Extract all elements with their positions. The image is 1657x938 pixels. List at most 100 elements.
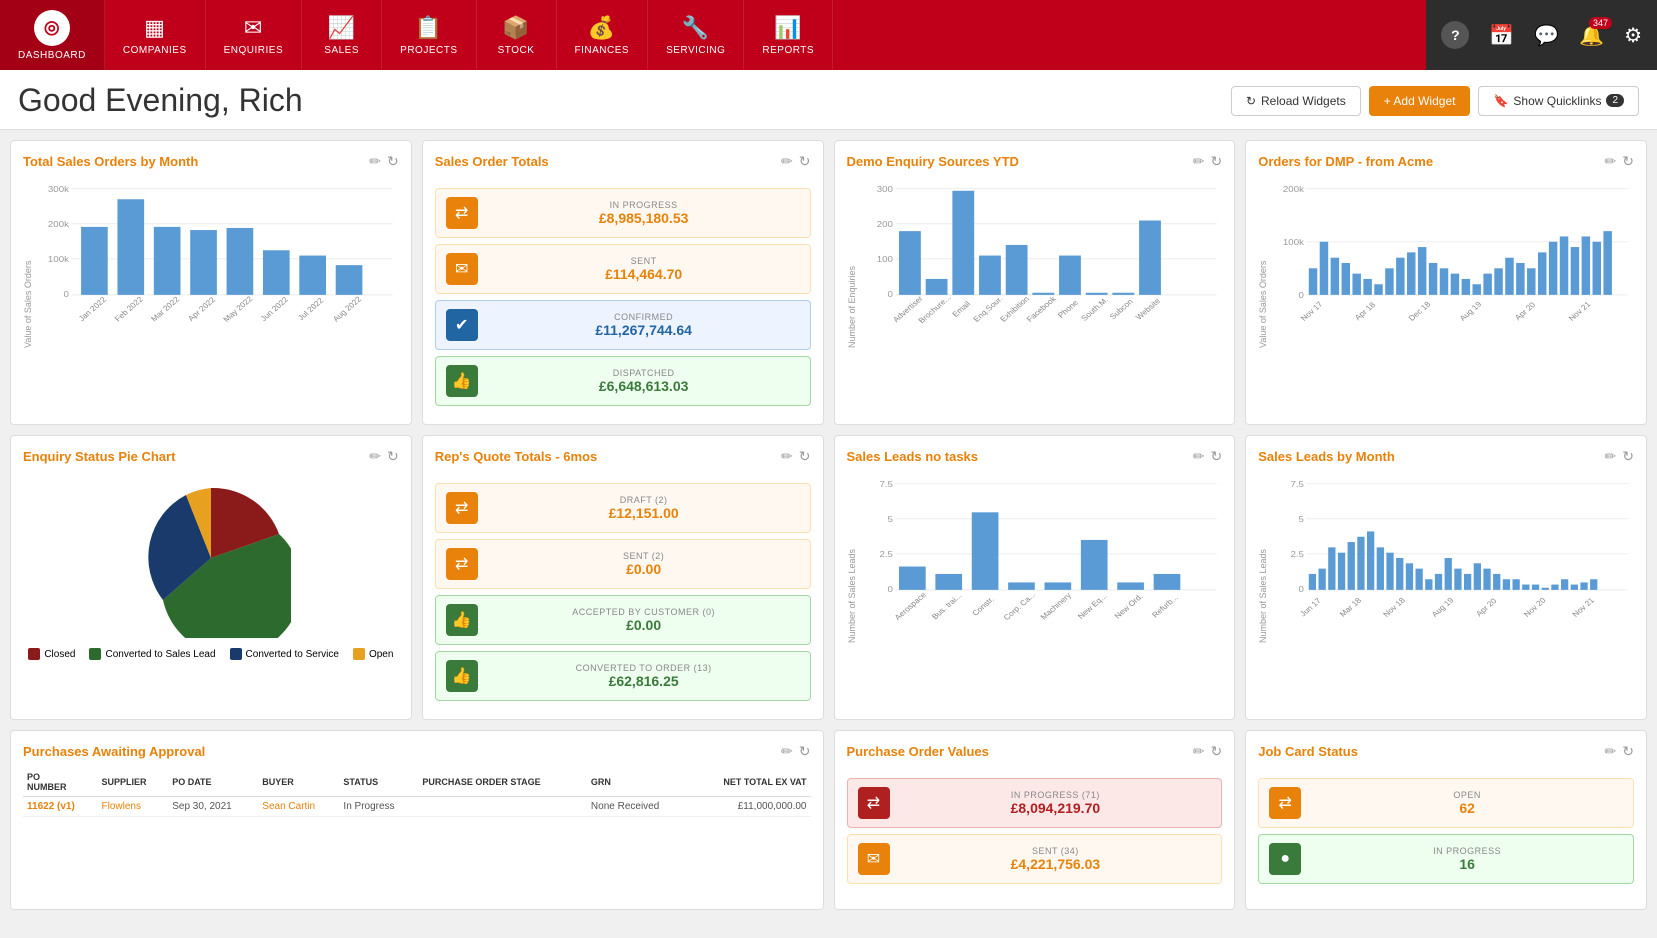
svg-text:Dec 18: Dec 18 [1407,300,1433,323]
companies-icon: ▦ [144,15,165,41]
col-stage: PURCHASE ORDER STAGE [418,768,587,797]
legend-converted-sales-label: Converted to Sales Lead [105,649,215,660]
show-quicklinks-button[interactable]: 🔖 Show Quicklinks 2 [1478,86,1639,116]
reload-widgets-button[interactable]: ↻ Reload Widgets [1231,86,1361,116]
svg-text:Aug 19: Aug 19 [1458,300,1484,323]
help-icon[interactable]: ? [1441,21,1469,49]
refresh-icon[interactable]: ↻ [1211,743,1223,760]
y-axis-label: Number of Enquiries [847,178,857,348]
pie-chart-svg [131,478,291,638]
refresh-icon[interactable]: ↻ [1211,153,1223,170]
svg-text:2.5: 2.5 [1291,549,1304,558]
nav-servicing[interactable]: 🔧 SERVICING [648,0,744,70]
legend-closed: Closed [28,648,75,660]
stat-converted-order-value: £62,816.25 [488,673,800,689]
envelope-icon: ✉ [446,253,478,285]
widget-demo-enquiry-sources: Demo Enquiry Sources YTD ✏ ↻ Number of E… [834,140,1236,425]
widget-job-card-title: Job Card Status [1258,744,1358,759]
nav-reports[interactable]: 📊 REPORTS [744,0,833,70]
thumbsup-icon: 👍 [446,365,478,397]
refresh-icon[interactable]: ↻ [1622,448,1634,465]
nav-enquiries-label: ENQUIRIES [224,45,284,56]
refresh-icon[interactable]: ↻ [799,743,811,760]
svg-text:300k: 300k [48,184,69,193]
svg-text:Mar 2022: Mar 2022 [149,295,182,323]
refresh-icon[interactable]: ↻ [1622,743,1634,760]
header-buttons: ↻ Reload Widgets + Add Widget 🔖 Show Qui… [1231,86,1639,116]
svg-text:Nov 18: Nov 18 [1382,596,1408,619]
widget-reps-quote-title: Rep's Quote Totals - 6mos [435,449,598,464]
job-in-progress-value: 16 [1311,856,1623,872]
stat-dispatched-label: DISPATCHED [488,368,800,378]
svg-text:7.5: 7.5 [879,479,892,488]
exchange-icon: ⇄ [446,197,478,229]
stat-sent-quote-label: SENT (2) [488,551,800,561]
svg-text:100: 100 [876,254,892,263]
nav-stock[interactable]: 📦 STOCK [477,0,557,70]
svg-text:Aug 2022: Aug 2022 [331,295,364,324]
thumbsup-icon2: 👍 [446,604,478,636]
nav-projects[interactable]: 📋 PROJECTS [382,0,476,70]
nav-sales[interactable]: 📈 SALES [302,0,382,70]
edit-icon[interactable]: ✏ [781,153,793,170]
widget-orders-dmp-title: Orders for DMP - from Acme [1258,154,1433,169]
nav-dashboard[interactable]: ◎ DASHBOARD [0,0,105,70]
supplier-cell[interactable]: Flowlens [97,797,168,817]
reload-icon: ↻ [1246,94,1256,108]
nav-enquiries[interactable]: ✉ ENQUIRIES [206,0,303,70]
col-grn: GRN [587,768,689,797]
refresh-icon[interactable]: ↻ [799,153,811,170]
notification-bell-icon[interactable]: 🔔 347 [1579,23,1604,48]
refresh-icon[interactable]: ↻ [387,448,399,465]
po-sent-value: £4,221,756.03 [900,856,1212,872]
dashboard-icon: ◎ [34,10,70,46]
refresh-icon[interactable]: ↻ [1211,448,1223,465]
status-cell: In Progress [339,797,418,817]
stat-po-sent: ✉ SENT (34) £4,221,756.03 [847,834,1223,884]
stat-po-in-progress: ⇄ IN PROGRESS (71) £8,094,219.70 [847,778,1223,828]
svg-text:May 2022: May 2022 [221,294,255,323]
top-navigation: ◎ DASHBOARD ▦ COMPANIES ✉ ENQUIRIES 📈 SA… [0,0,1657,70]
svg-text:Apr 18: Apr 18 [1353,300,1378,322]
edit-icon[interactable]: ✏ [1193,153,1205,170]
chat-icon[interactable]: 💬 [1534,23,1559,48]
refresh-icon[interactable]: ↻ [799,448,811,465]
po-number-cell[interactable]: 11622 (v1) [23,797,97,817]
edit-icon[interactable]: ✏ [1193,448,1205,465]
stat-sent: ✉ SENT £114,464.70 [435,244,811,294]
edit-icon[interactable]: ✏ [369,448,381,465]
edit-icon[interactable]: ✏ [369,153,381,170]
bar-chart-svg: 300k 200k 100k 0 Jan 2022 Feb 2022 [35,178,399,348]
refresh-icon[interactable]: ↻ [1622,153,1634,170]
widget-orders-for-dmp: Orders for DMP - from Acme ✏ ↻ Value of … [1245,140,1647,425]
add-widget-button[interactable]: + Add Widget [1369,86,1471,116]
stat-confirmed-label: CONFIRMED [488,312,800,322]
edit-icon[interactable]: ✏ [1605,743,1617,760]
nav-companies[interactable]: ▦ COMPANIES [105,0,206,70]
stat-sent-value: £114,464.70 [488,266,800,282]
buyer-cell[interactable]: Sean Cartin [258,797,339,817]
exchange-po-icon: ⇄ [858,787,890,819]
edit-icon[interactable]: ✏ [1193,743,1205,760]
refresh-icon[interactable]: ↻ [387,153,399,170]
edit-icon[interactable]: ✏ [781,448,793,465]
widget-pie-title: Enquiry Status Pie Chart [23,449,175,464]
calendar-icon[interactable]: 📅 [1489,23,1514,48]
svg-text:Bus. trai...: Bus. trai... [929,592,963,622]
svg-text:Feb 2022: Feb 2022 [113,295,146,323]
edit-icon[interactable]: ✏ [781,743,793,760]
widget-po-values-title: Purchase Order Values [847,744,989,759]
edit-icon[interactable]: ✏ [1605,448,1617,465]
servicing-icon: 🔧 [682,15,710,41]
svg-text:Jun 2022: Jun 2022 [259,295,291,323]
legend-closed-dot [28,648,40,660]
settings-icon[interactable]: ⚙ [1624,23,1642,48]
edit-icon[interactable]: ✏ [1605,153,1617,170]
thumbsup-icon3: 👍 [446,660,478,692]
nav-right-section: ? 📅 💬 🔔 347 ⚙ [1426,0,1657,70]
svg-text:New Eq...: New Eq... [1075,592,1108,621]
widget-total-sales-orders: Total Sales Orders by Month ✏ ↻ Value of… [10,140,412,425]
nav-finances[interactable]: 💰 FINANCES [557,0,649,70]
svg-text:Machinery: Machinery [1038,591,1072,621]
svg-text:0: 0 [887,585,892,594]
